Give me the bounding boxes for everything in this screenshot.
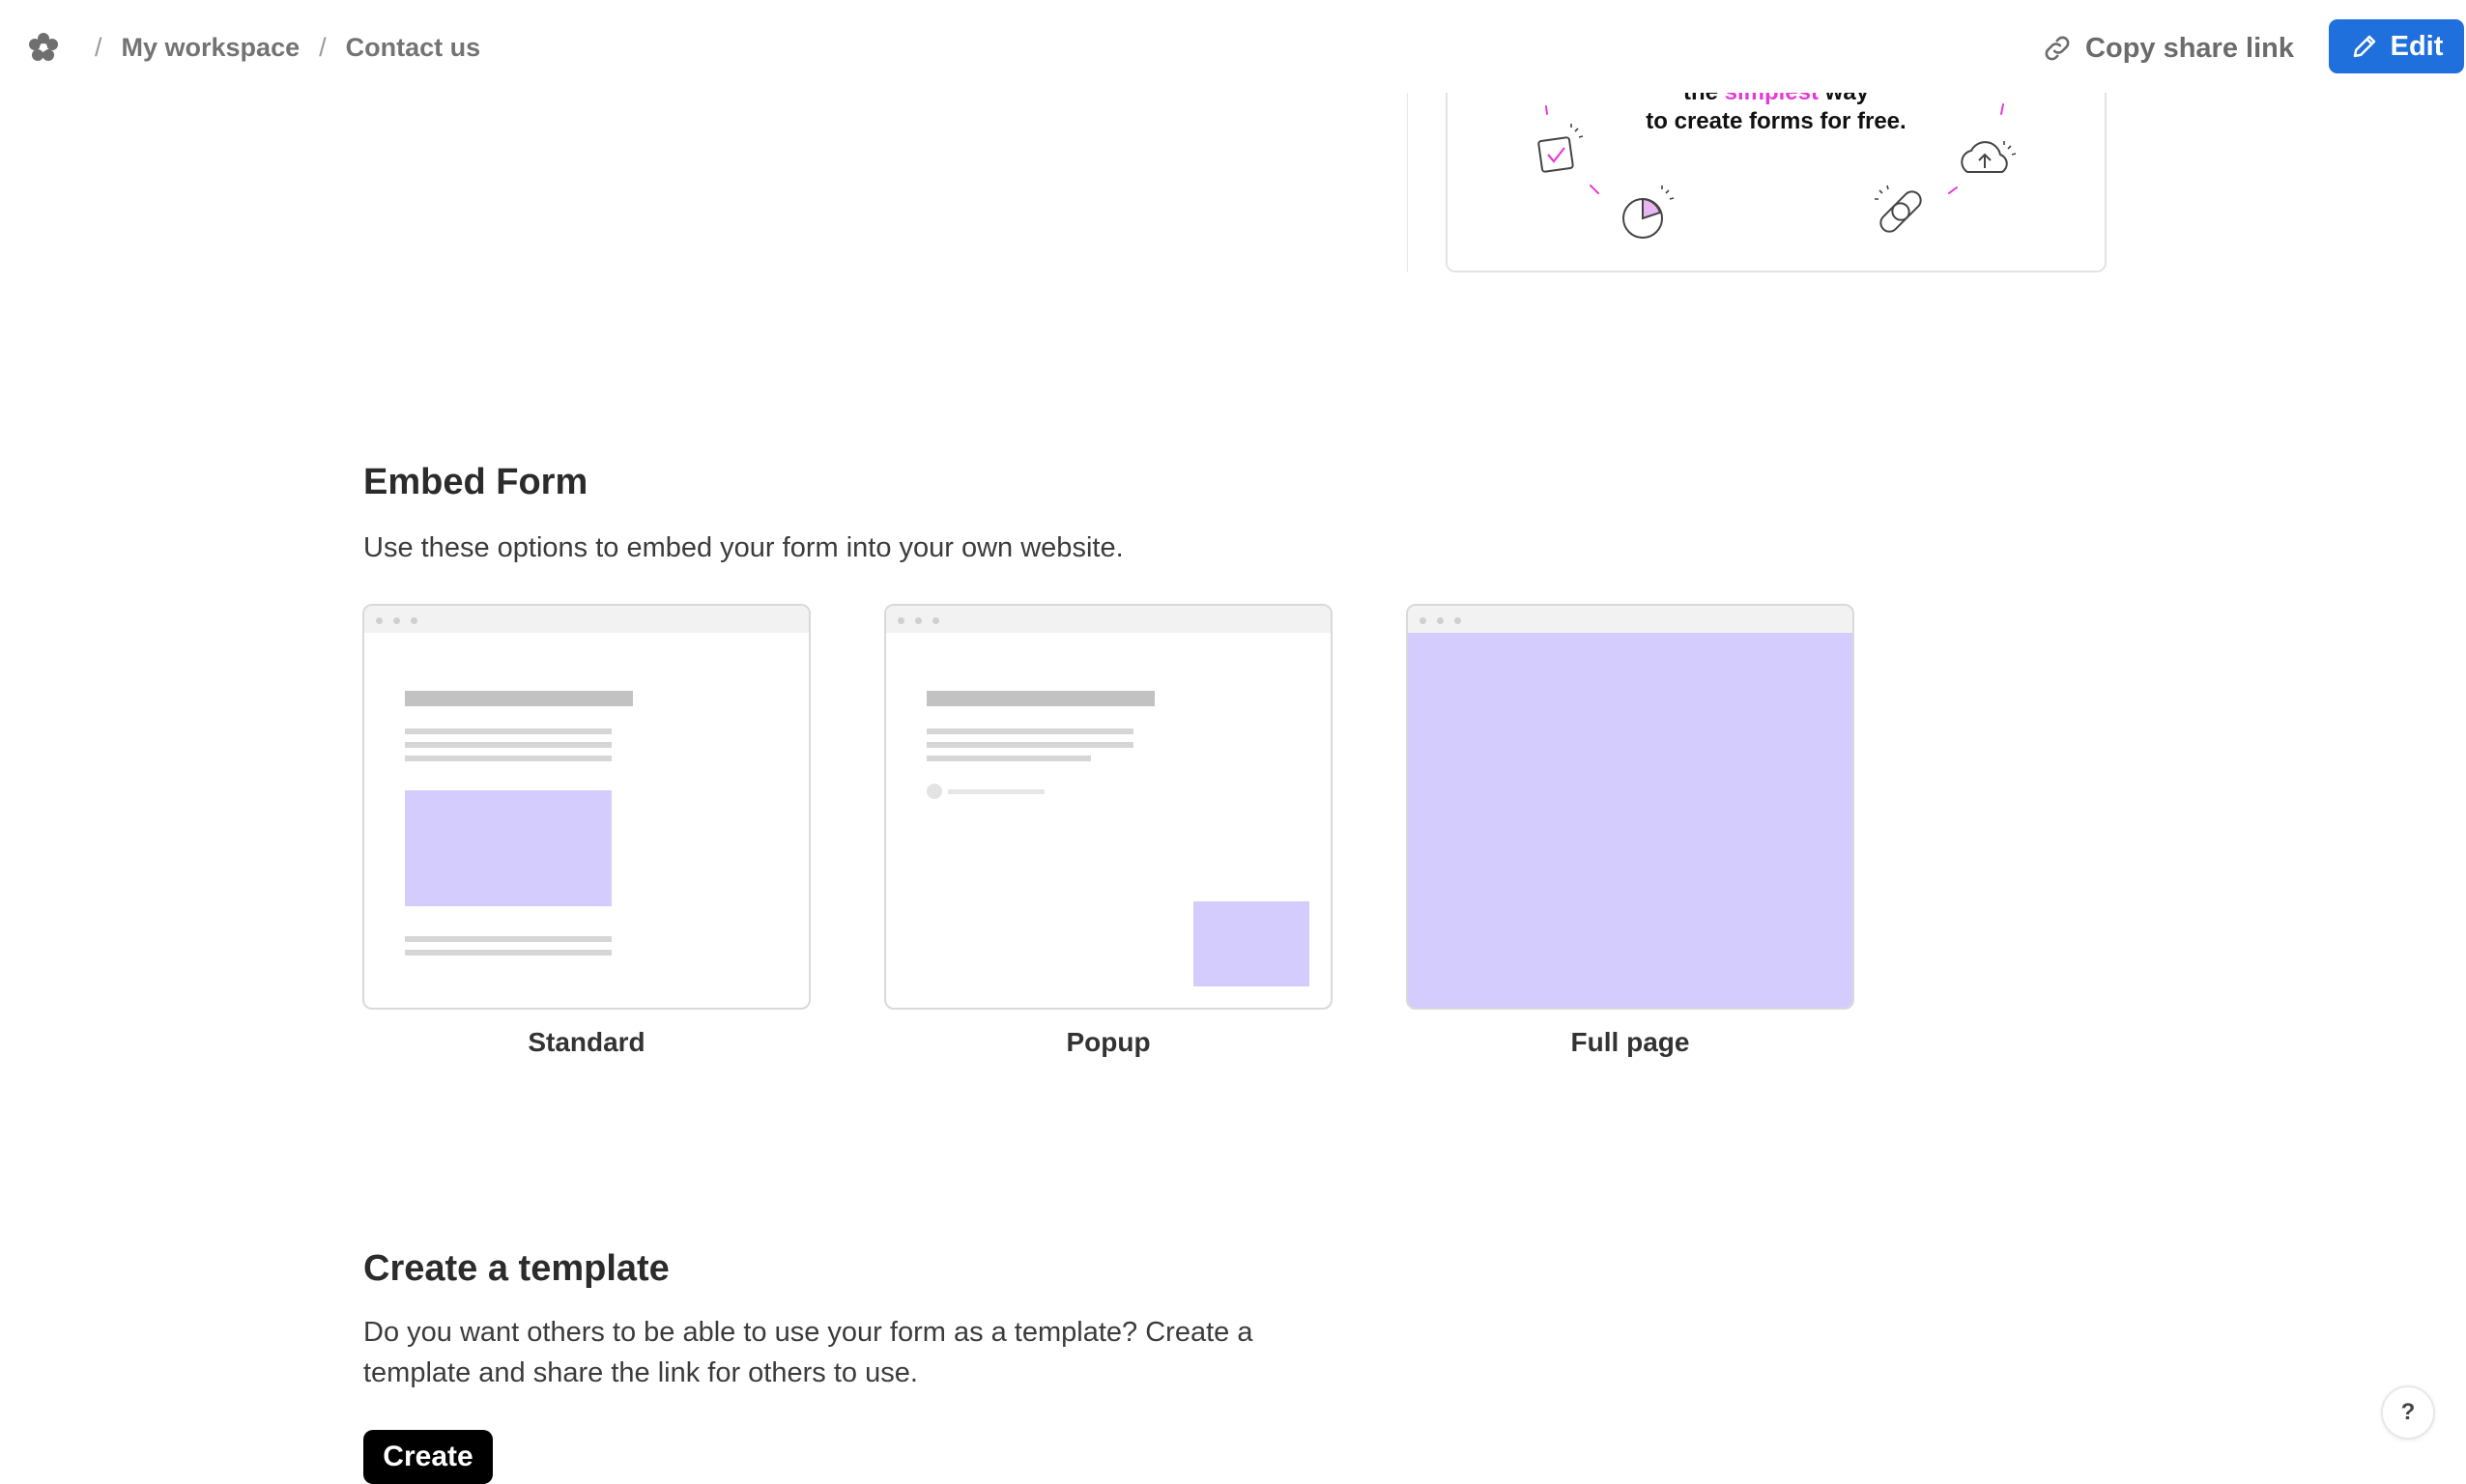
chain-link-icon bbox=[1875, 185, 1922, 233]
breadcrumb-separator: / bbox=[95, 32, 102, 62]
embed-option-popup-label: Popup bbox=[1066, 1027, 1151, 1057]
copy-share-link-button[interactable]: Copy share link bbox=[2041, 27, 2294, 70]
form-preview-card: the simplest way to create forms for fre… bbox=[1446, 93, 2107, 272]
embed-option-standard-preview[interactable] bbox=[362, 604, 811, 1010]
create-template-button[interactable]: Create bbox=[363, 1430, 493, 1484]
preview-illustration bbox=[1537, 103, 2017, 239]
breadcrumb-separator: / bbox=[319, 32, 327, 62]
copy-share-link-label: Copy share link bbox=[2085, 32, 2294, 64]
workspace-logo-icon[interactable] bbox=[27, 31, 60, 64]
create-template-description: Do you want others to be able to use you… bbox=[363, 1317, 1253, 1388]
breadcrumb-item-workspace[interactable]: My workspace bbox=[122, 33, 301, 63]
embed-option-full-page-label: Full page bbox=[1570, 1027, 1690, 1057]
create-template-title: Create a template bbox=[363, 1248, 670, 1289]
embed-form-title: Embed Form bbox=[363, 462, 588, 502]
edit-button-label: Edit bbox=[2390, 30, 2444, 62]
pie-chart-icon bbox=[1622, 186, 1675, 239]
embed-option-standard[interactable]: Standard bbox=[362, 604, 811, 1058]
pencil-icon bbox=[2353, 35, 2375, 58]
divider bbox=[1407, 93, 1408, 272]
breadcrumb: / My workspace / Contact us bbox=[75, 29, 480, 66]
browser-bar bbox=[1408, 606, 1852, 633]
cloud-upload-icon bbox=[1961, 141, 2017, 173]
embed-option-full-page[interactable]: Full page bbox=[1406, 604, 1854, 1058]
help-button[interactable]: ? bbox=[2381, 1385, 2435, 1440]
checkbox-icon bbox=[1537, 124, 1584, 173]
link-icon bbox=[2045, 36, 2070, 61]
top-bar: / My workspace / Contact us Copy share l… bbox=[0, 0, 2466, 93]
embed-option-standard-label: Standard bbox=[528, 1027, 645, 1057]
embed-option-full-page-preview[interactable] bbox=[1406, 604, 1854, 1010]
edit-button[interactable]: Edit bbox=[2329, 19, 2464, 73]
browser-bar bbox=[886, 606, 1331, 633]
embed-form-description: Use these options to embed your form int… bbox=[363, 532, 1124, 563]
browser-bar bbox=[364, 606, 809, 633]
embed-option-popup[interactable]: Popup bbox=[884, 604, 1333, 1058]
breadcrumb-item-form[interactable]: Contact us bbox=[346, 33, 481, 63]
embed-option-popup-preview[interactable] bbox=[884, 604, 1333, 1010]
